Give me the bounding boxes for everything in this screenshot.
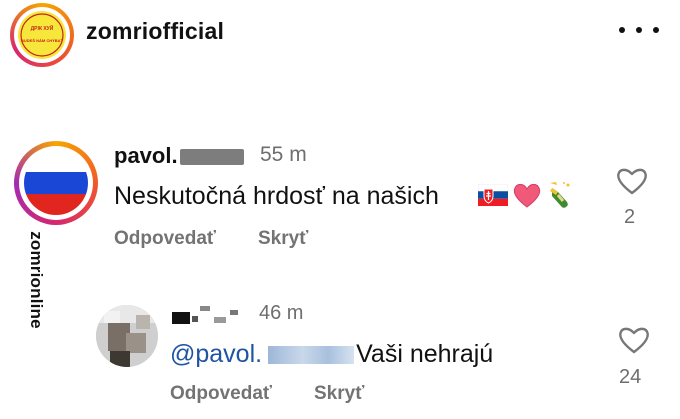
heart-outline-icon[interactable] [615,166,649,196]
zomri-logo-avatar[interactable]: ДРЖ ХУЙ BUDEŠ NÁM CHÝBAŤ [10,3,74,67]
avatar-text-bottom: BUDEŠ NÁM CHÝBAŤ [21,38,64,43]
comment-timestamp: 55 m [260,143,307,166]
redacted-username-part [180,149,244,165]
more-horizontal-icon [636,27,642,33]
comment-username[interactable]: pavol. [114,143,178,169]
hide-button[interactable]: Skryť [258,228,308,250]
hide-button[interactable]: Skryť [314,383,364,405]
comment-emojis [478,180,574,210]
reply-text-line: @pavol. Vaši nehrajú [170,340,493,369]
redacted-username-part [172,306,238,324]
reply-button[interactable]: Odpovedať [170,383,272,405]
watermark-text: zomrionline [27,231,46,329]
comment-text: Neskutočná hrdosť na našich [114,182,439,210]
russia-flag-icon [24,151,88,215]
commenter-avatar[interactable] [14,141,98,225]
like-count: 24 [619,366,642,388]
zomri-logo-icon: ДРЖ ХУЙ BUDEŠ NÁM CHÝBAŤ [18,11,66,59]
pink-heart-emoji [513,183,541,208]
more-horizontal-icon [653,27,659,33]
flag-stripe-blue [24,172,88,194]
reply-timestamp: 46 m [259,302,304,324]
blurred-avatar-icon[interactable] [96,305,158,367]
more-horizontal-icon [619,27,625,33]
slovakia-flag-emoji [478,184,508,206]
watermark: zomrionline [25,231,47,332]
more-options-button[interactable] [619,20,659,40]
avatar-text-top: ДРЖ ХУЙ [31,24,54,32]
like-count: 2 [624,206,636,228]
reply-text: Vaši nehrajú [356,340,494,368]
account-username[interactable]: zomriofficial [86,18,224,45]
champagne-emoji [550,182,570,208]
heart-outline-icon[interactable] [617,325,651,355]
mention-link[interactable]: @pavol. [170,340,262,368]
reply-button[interactable]: Odpovedať [114,228,216,250]
redacted-mention-part [268,346,355,364]
